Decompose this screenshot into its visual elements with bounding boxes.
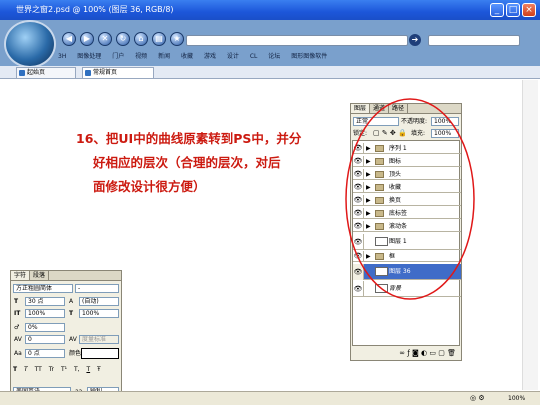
vscale-value: 100%	[28, 310, 46, 317]
baseline-icon: ♂	[14, 324, 20, 331]
tracking-field[interactable]: 0	[25, 335, 65, 344]
all-caps-button[interactable]: TT	[35, 366, 42, 373]
shift-icon: Aa	[14, 350, 22, 357]
kerning-value: 度量标准	[82, 336, 107, 343]
text-style-buttons: T T TT Tr T¹ T, T Ŧ	[13, 365, 121, 375]
status-bar: ◎ ⚙ 100%	[0, 391, 540, 405]
leading-icon: A	[69, 298, 74, 305]
strikethrough-button[interactable]: Ŧ	[97, 366, 101, 373]
tracking-value: 0	[28, 336, 32, 343]
tab-paragraph[interactable]: 段落	[30, 271, 50, 280]
vscale-field[interactable]: 100%	[25, 309, 65, 318]
font-style-select[interactable]: -	[75, 284, 119, 293]
hscale-field[interactable]: 100%	[79, 309, 119, 318]
kerning-field[interactable]: 度量标准	[79, 335, 119, 344]
superscript-button[interactable]: T¹	[61, 366, 67, 373]
underline-button[interactable]: T	[86, 366, 90, 373]
hscale-value: 100%	[82, 310, 100, 317]
color-swatch[interactable]	[81, 348, 119, 359]
baseline-value: 0%	[28, 324, 38, 331]
subscript-button[interactable]: T,	[74, 366, 80, 373]
character-panel: 字符 段落 方正粗圆简体 - T 30 点 A (自动) IT 100% T 10…	[10, 270, 122, 400]
character-panel-tabs: 字符 段落	[11, 271, 121, 281]
vscale-icon: IT	[14, 310, 21, 317]
font-style-value: -	[78, 285, 81, 292]
hscale-icon: T	[69, 310, 74, 317]
shift-value: 0 点	[28, 350, 40, 357]
font-size-value: 30 点	[28, 298, 44, 305]
faux-italic-button[interactable]: T	[24, 366, 28, 373]
tracking-icon: AV	[14, 336, 22, 343]
tab-character[interactable]: 字符	[11, 271, 31, 280]
leading-field[interactable]: (自动)	[79, 297, 119, 306]
font-family-select[interactable]: 方正粗圆简体	[13, 284, 73, 293]
leading-value: (自动)	[82, 298, 99, 305]
highlight-ellipse	[345, 98, 475, 300]
small-caps-button[interactable]: Tr	[49, 366, 54, 373]
baseline-field[interactable]: 0%	[25, 323, 65, 332]
faux-bold-button[interactable]: T	[13, 366, 17, 373]
kerning-icon: AV	[69, 336, 77, 343]
font-family-value: 方正粗圆简体	[16, 285, 53, 292]
status-icons: ◎ ⚙	[470, 394, 485, 402]
font-size-icon: T	[14, 298, 19, 305]
baseline-shift-field[interactable]: 0 点	[25, 349, 65, 358]
zoom-level[interactable]: 100%	[508, 392, 525, 405]
font-size-field[interactable]: 30 点	[25, 297, 65, 306]
